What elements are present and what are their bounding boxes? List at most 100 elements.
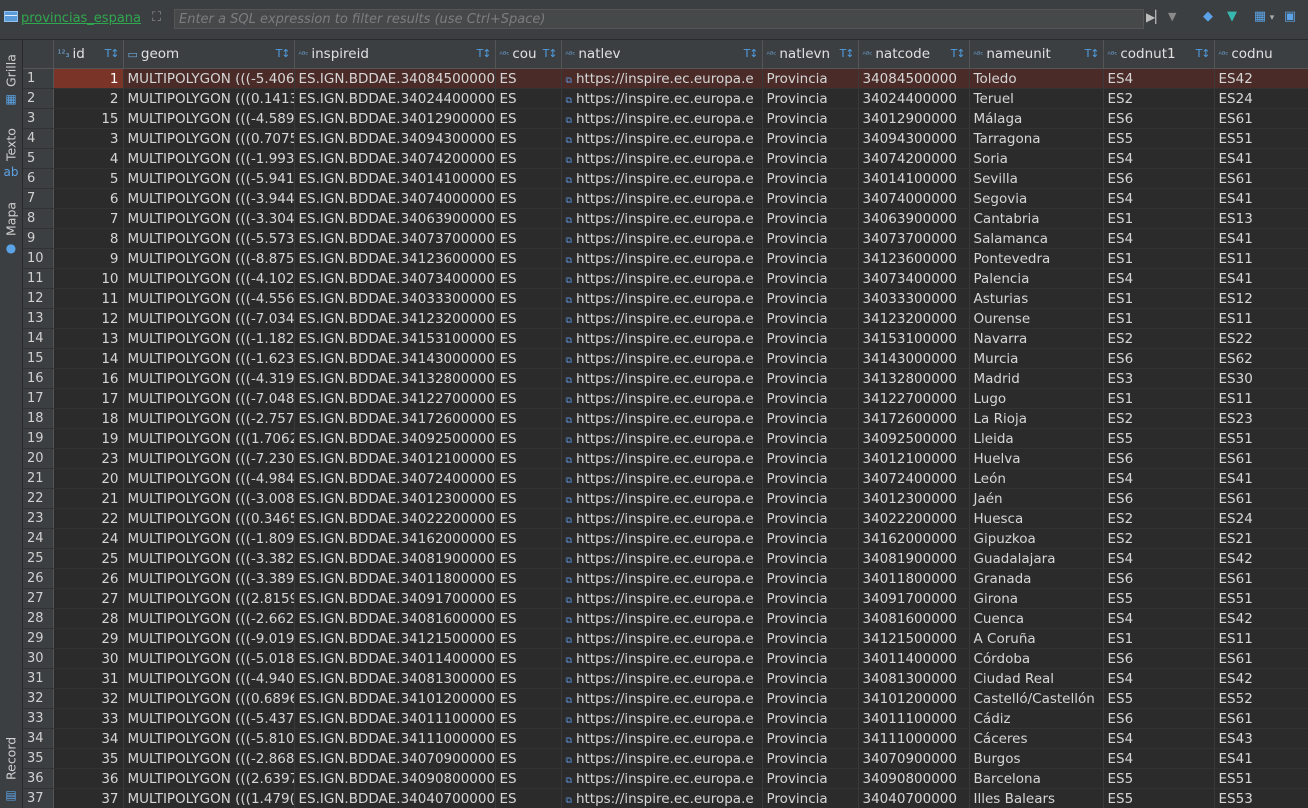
cell-cou[interactable]: ES <box>495 288 562 309</box>
table-row[interactable]: 30 30 MULTIPOLYGON (((-5.018 ES.IGN.BDDAE.3… <box>23 648 1308 669</box>
cell-inspireid[interactable]: ES.IGN.BDDAE.34033300000 <box>294 288 496 309</box>
cell-natcode[interactable]: 34073700000 <box>858 228 970 249</box>
cell-cou[interactable]: ES <box>495 248 562 269</box>
cell-id[interactable]: 2 <box>53 88 124 109</box>
cell-id[interactable]: 6 <box>53 188 124 209</box>
cell-nameunit[interactable]: Granada <box>969 568 1104 589</box>
cell-nameunit[interactable]: Ourense <box>969 308 1104 329</box>
cell-nameunit[interactable]: Córdoba <box>969 648 1104 669</box>
cell-inspireid[interactable]: ES.IGN.BDDAE.34074200000 <box>294 148 496 169</box>
filter-sort-icon[interactable]: T↕ <box>276 47 291 60</box>
cell-nameunit[interactable]: Illes Balears <box>969 788 1104 808</box>
row-number[interactable]: 25 <box>23 548 54 569</box>
link-icon[interactable]: ⧉ <box>566 636 572 646</box>
cell-cou[interactable]: ES <box>495 528 562 549</box>
cell-natcode[interactable]: 34132800000 <box>858 368 970 389</box>
row-number-header[interactable] <box>23 40 54 69</box>
cell-natcode[interactable]: 34123200000 <box>858 308 970 329</box>
cell-cou[interactable]: ES <box>495 268 562 289</box>
cell-codnut1[interactable]: ES4 <box>1103 668 1215 689</box>
cell-codnut2[interactable]: ES11 <box>1214 388 1308 409</box>
cell-inspireid[interactable]: ES.IGN.BDDAE.34040700000 <box>294 788 496 808</box>
cell-codnut2[interactable]: ES11 <box>1214 308 1308 329</box>
row-number[interactable]: 29 <box>23 628 54 649</box>
cell-inspireid[interactable]: ES.IGN.BDDAE.34132800000 <box>294 368 496 389</box>
cell-id[interactable]: 15 <box>53 108 124 129</box>
cell-cou[interactable]: ES <box>495 128 562 149</box>
row-number[interactable]: 35 <box>23 748 54 769</box>
cell-id[interactable]: 23 <box>53 448 124 469</box>
column-header-cou[interactable]: ᴬᴮᶜ cou T↕ <box>495 40 562 69</box>
cell-natlev[interactable]: ⧉ https://inspire.ec.europa.e <box>561 628 763 649</box>
table-row[interactable]: 13 12 MULTIPOLYGON (((-7.034 ES.IGN.BDDAE.3… <box>23 308 1308 329</box>
cell-codnut2[interactable]: ES61 <box>1214 488 1308 509</box>
cell-id[interactable]: 24 <box>53 528 124 549</box>
table-row[interactable]: 7 6 MULTIPOLYGON (((-3.944 ES.IGN.BDDAE.340… <box>23 188 1308 209</box>
table-row[interactable]: 14 13 MULTIPOLYGON (((-1.182 ES.IGN.BDDAE.3… <box>23 328 1308 349</box>
row-number[interactable]: 10 <box>23 248 54 269</box>
table-row[interactable]: 34 34 MULTIPOLYGON (((-5.810 ES.IGN.BDDAE.3… <box>23 728 1308 749</box>
row-number[interactable]: 32 <box>23 688 54 709</box>
table-row[interactable]: 26 26 MULTIPOLYGON (((-3.389 ES.IGN.BDDAE.3… <box>23 568 1308 589</box>
row-number[interactable]: 16 <box>23 368 54 389</box>
row-number[interactable]: 6 <box>23 168 54 189</box>
table-row[interactable]: 16 16 MULTIPOLYGON (((-4.319 ES.IGN.BDDAE.3… <box>23 368 1308 389</box>
table-row[interactable]: 20 23 MULTIPOLYGON (((-7.230 ES.IGN.BDDAE.3… <box>23 448 1308 469</box>
cell-codnut2[interactable]: ES41 <box>1214 748 1308 769</box>
link-icon[interactable]: ⧉ <box>566 396 572 406</box>
link-icon[interactable]: ⧉ <box>566 456 572 466</box>
cell-inspireid[interactable]: ES.IGN.BDDAE.34081900000 <box>294 548 496 569</box>
cell-nameunit[interactable]: Málaga <box>969 108 1104 129</box>
cell-cou[interactable]: ES <box>495 408 562 429</box>
cell-inspireid[interactable]: ES.IGN.BDDAE.34070900000 <box>294 748 496 769</box>
record-icon[interactable]: ▤ <box>3 788 19 802</box>
table-row[interactable]: 37 37 MULTIPOLYGON (((1.479(ES.IGN.BDDAE.3… <box>23 788 1308 808</box>
cell-nameunit[interactable]: Burgos <box>969 748 1104 769</box>
filter-history-dropdown-icon[interactable]: ▼ <box>1168 10 1176 23</box>
cell-geom[interactable]: MULTIPOLYGON (((-4.589 <box>123 108 295 129</box>
cell-codnut1[interactable]: ES4 <box>1103 728 1215 749</box>
column-header-geom[interactable]: ▭ geom T↕ <box>123 40 295 69</box>
cell-codnut2[interactable]: ES30 <box>1214 368 1308 389</box>
cell-natlev[interactable]: ⧉ https://inspire.ec.europa.e <box>561 328 763 349</box>
cell-natlev[interactable]: ⧉ https://inspire.ec.europa.e <box>561 388 763 409</box>
cell-codnut2[interactable]: ES24 <box>1214 88 1308 109</box>
table-row[interactable]: 8 7 MULTIPOLYGON (((-3.304 ES.IGN.BDDAE.340… <box>23 208 1308 229</box>
cell-natlevn[interactable]: Provincia <box>762 468 859 489</box>
row-number[interactable]: 34 <box>23 728 54 749</box>
cell-cou[interactable]: ES <box>495 668 562 689</box>
cell-natcode[interactable]: 34153100000 <box>858 328 970 349</box>
cell-nameunit[interactable]: Cádiz <box>969 708 1104 729</box>
filter-sort-icon[interactable]: T↕ <box>1196 47 1211 60</box>
table-row[interactable]: 31 31 MULTIPOLYGON (((-4.940 ES.IGN.BDDAE.3… <box>23 668 1308 689</box>
cell-nameunit[interactable]: Pontevedra <box>969 248 1104 269</box>
tab-grid[interactable]: Grilla <box>0 48 22 94</box>
cell-geom[interactable]: MULTIPOLYGON (((-7.034 <box>123 308 295 329</box>
cell-codnut2[interactable]: ES23 <box>1214 408 1308 429</box>
cell-cou[interactable]: ES <box>495 708 562 729</box>
cell-inspireid[interactable]: ES.IGN.BDDAE.34101200000 <box>294 688 496 709</box>
cell-natcode[interactable]: 34022200000 <box>858 508 970 529</box>
cell-id[interactable]: 9 <box>53 248 124 269</box>
cell-cou[interactable]: ES <box>495 748 562 769</box>
cell-natlev[interactable]: ⧉ https://inspire.ec.europa.e <box>561 668 763 689</box>
cell-codnut2[interactable]: ES61 <box>1214 108 1308 129</box>
table-row[interactable]: 24 24 MULTIPOLYGON (((-1.809 ES.IGN.BDDAE.3… <box>23 528 1308 549</box>
cell-natlevn[interactable]: Provincia <box>762 708 859 729</box>
cell-natlev[interactable]: ⧉ https://inspire.ec.europa.e <box>561 348 763 369</box>
row-number[interactable]: 14 <box>23 328 54 349</box>
table-row[interactable]: 15 14 MULTIPOLYGON (((-1.623 ES.IGN.BDDAE.3… <box>23 348 1308 369</box>
cell-id[interactable]: 16 <box>53 368 124 389</box>
cell-codnut2[interactable]: ES42 <box>1214 68 1308 89</box>
cell-nameunit[interactable]: Ciudad Real <box>969 668 1104 689</box>
cell-codnut2[interactable]: ES41 <box>1214 228 1308 249</box>
cell-natlev[interactable]: ⧉ https://inspire.ec.europa.e <box>561 768 763 789</box>
cell-id[interactable]: 5 <box>53 168 124 189</box>
link-icon[interactable]: ⧉ <box>566 496 572 506</box>
cell-codnut1[interactable]: ES1 <box>1103 248 1215 269</box>
row-number[interactable]: 11 <box>23 268 54 289</box>
cell-inspireid[interactable]: ES.IGN.BDDAE.34014100000 <box>294 168 496 189</box>
cell-nameunit[interactable]: Murcia <box>969 348 1104 369</box>
cell-natlevn[interactable]: Provincia <box>762 428 859 449</box>
row-number[interactable]: 17 <box>23 388 54 409</box>
